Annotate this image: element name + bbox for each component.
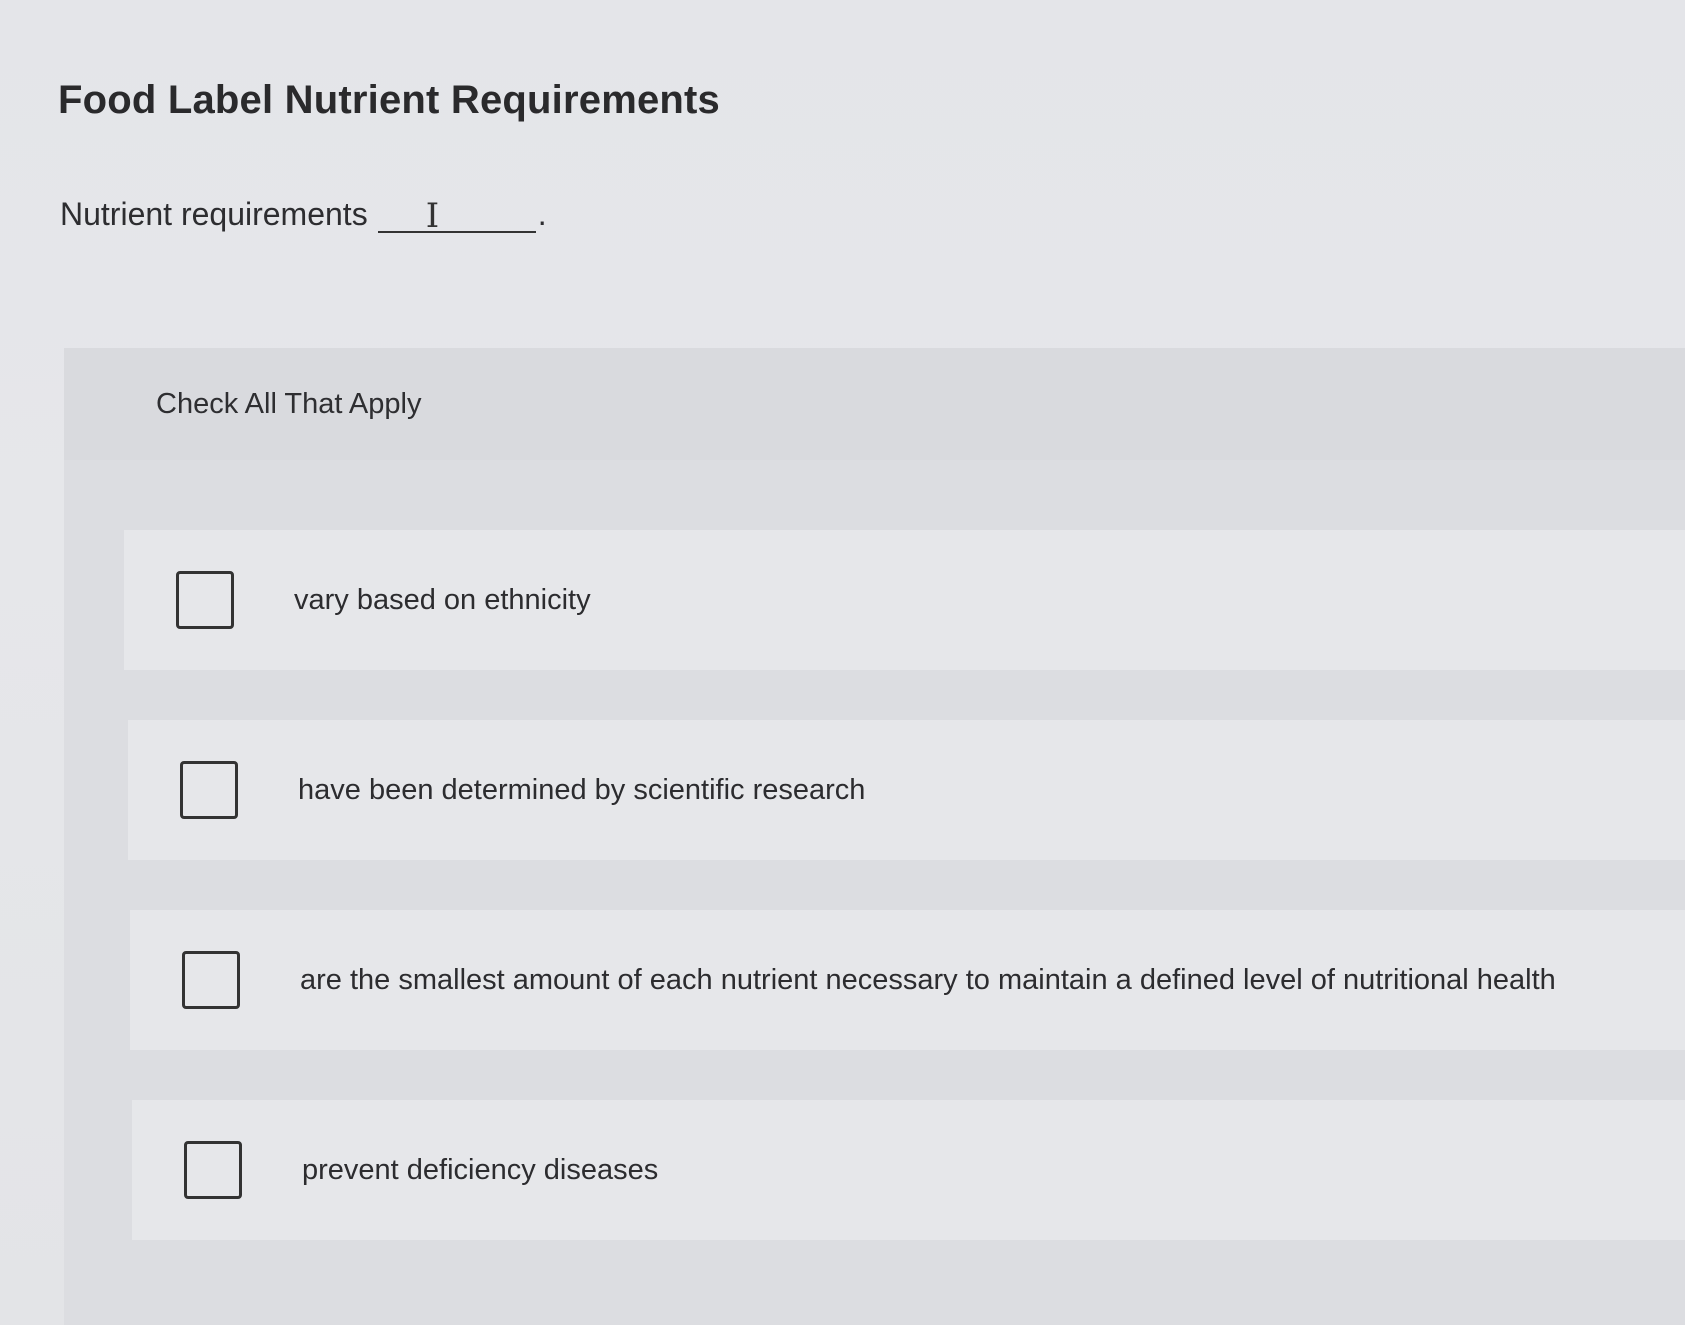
answer-panel: Check All That Apply vary based on ethni… — [64, 348, 1685, 1325]
option-3[interactable]: are the smallest amount of each nutrient… — [130, 910, 1685, 1050]
option-2-label[interactable]: have been determined by scientific resea… — [298, 774, 865, 807]
prompt-end: . — [537, 196, 547, 232]
page-title: Food Label Nutrient Requirements — [58, 78, 721, 122]
answer-blank: I — [377, 196, 536, 236]
panel-header: Check All That Apply — [64, 348, 1685, 460]
option-4[interactable]: prevent deficiency diseases — [132, 1100, 1685, 1240]
instructions-label: Check All That Apply — [156, 388, 422, 420]
option-1[interactable]: vary based on ethnicity — [124, 530, 1685, 670]
option-4-checkbox[interactable] — [184, 1141, 242, 1199]
option-1-label[interactable]: vary based on ethnicity — [294, 584, 591, 617]
option-4-label[interactable]: prevent deficiency diseases — [302, 1154, 658, 1187]
option-2[interactable]: have been determined by scientific resea… — [128, 720, 1685, 860]
option-3-label[interactable]: are the smallest amount of each nutrient… — [300, 964, 1556, 997]
option-2-checkbox[interactable] — [180, 761, 238, 819]
question-prompt: Nutrient requirements I . — [60, 196, 547, 233]
text-cursor-icon: I — [425, 196, 440, 236]
prompt-text: Nutrient requirements — [60, 196, 368, 232]
option-3-checkbox[interactable] — [182, 951, 240, 1009]
question-page: Food Label Nutrient Requirements Nutrien… — [0, 0, 1685, 1325]
option-1-checkbox[interactable] — [176, 571, 234, 629]
